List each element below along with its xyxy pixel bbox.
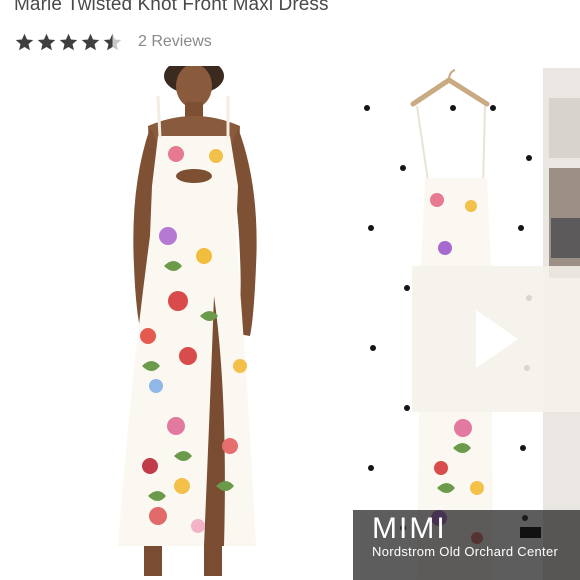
play-button[interactable] bbox=[412, 266, 580, 412]
star-icon bbox=[15, 33, 34, 50]
product-title: Marie Twisted Knot Front Maxi Dress bbox=[14, 0, 329, 15]
caption-store: Nordstrom Old Orchard Center bbox=[372, 544, 559, 559]
main-product-photo[interactable] bbox=[78, 66, 333, 580]
star-icon bbox=[37, 33, 56, 50]
star-rating bbox=[14, 32, 124, 53]
rating-row[interactable]: 2 Reviews bbox=[14, 30, 212, 54]
play-icon bbox=[476, 310, 518, 368]
star-icon bbox=[81, 33, 100, 50]
caption-redaction bbox=[520, 527, 541, 538]
half-star-icon bbox=[103, 33, 122, 50]
reviews-link[interactable]: 2 Reviews bbox=[138, 33, 212, 51]
caption-name: MIMI bbox=[372, 512, 447, 545]
star-icon bbox=[59, 33, 78, 50]
model-photo-illustration bbox=[118, 66, 257, 576]
